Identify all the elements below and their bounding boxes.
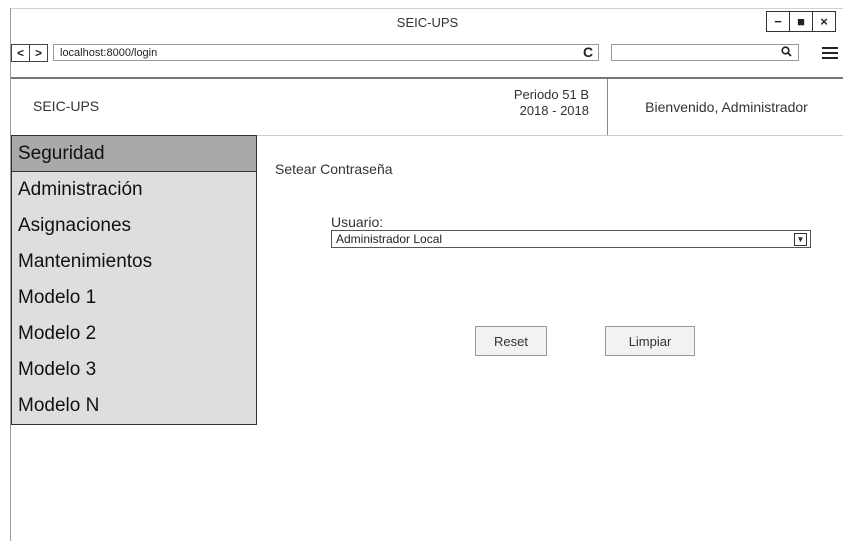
url-field[interactable]: localhost:8000/login [53, 44, 599, 61]
usuario-label: Usuario: [331, 214, 384, 230]
page-title: Setear Contraseña [275, 161, 393, 177]
sidebar-item-modelo-n[interactable]: Modelo N [12, 388, 256, 424]
close-button[interactable]: × [812, 11, 836, 32]
limpiar-button[interactable]: Limpiar [605, 326, 695, 356]
sidebar-item-administracion[interactable]: Administración [12, 172, 256, 208]
usuario-select-value: Administrador Local [336, 232, 443, 246]
maximize-button[interactable]: ■ [789, 11, 813, 32]
hamburger-icon[interactable] [822, 47, 838, 62]
reset-button[interactable]: Reset [475, 326, 547, 356]
chevron-down-icon[interactable]: ▼ [794, 233, 807, 246]
sidebar-item-seguridad[interactable]: Seguridad [12, 136, 256, 172]
browser-window: SEIC-UPS − ■ × < > localhost:8000/login … [10, 8, 843, 541]
forward-button[interactable]: > [29, 45, 47, 61]
window-title: SEIC-UPS [396, 15, 459, 30]
usuario-select[interactable]: Administrador Local ▼ [331, 230, 811, 248]
title-bar: SEIC-UPS − ■ × [11, 9, 843, 37]
window-controls: − ■ × [766, 11, 836, 32]
periodo-line1: Periodo 51 B [513, 87, 589, 102]
search-icon[interactable] [781, 46, 792, 60]
sidebar-item-modelo-2[interactable]: Modelo 2 [12, 316, 256, 352]
sidebar-item-modelo-3[interactable]: Modelo 3 [12, 352, 256, 388]
minimize-button[interactable]: − [766, 11, 790, 32]
reload-icon[interactable]: C [583, 44, 593, 60]
sidebar-item-asignaciones[interactable]: Asignaciones [12, 208, 256, 244]
browser-search-input[interactable] [611, 44, 799, 61]
app-header: SEIC-UPS Periodo 51 B 2018 - 2018 Bienve… [11, 77, 843, 136]
back-button[interactable]: < [12, 45, 29, 61]
address-row: < > localhost:8000/login C [11, 41, 843, 67]
sidebar-item-mantenimientos[interactable]: Mantenimientos [12, 244, 256, 280]
brand-label: SEIC-UPS [33, 98, 100, 114]
periodo-label: Periodo 51 B 2018 - 2018 [481, 87, 589, 119]
welcome-label: Bienvenido, Administrador [607, 79, 843, 135]
sidebar-item-modelo-1[interactable]: Modelo 1 [12, 280, 256, 316]
nav-buttons: < > [11, 44, 48, 62]
sidebar: Seguridad Administración Asignaciones Ma… [11, 135, 257, 425]
periodo-line2: 2018 - 2018 [519, 103, 589, 118]
